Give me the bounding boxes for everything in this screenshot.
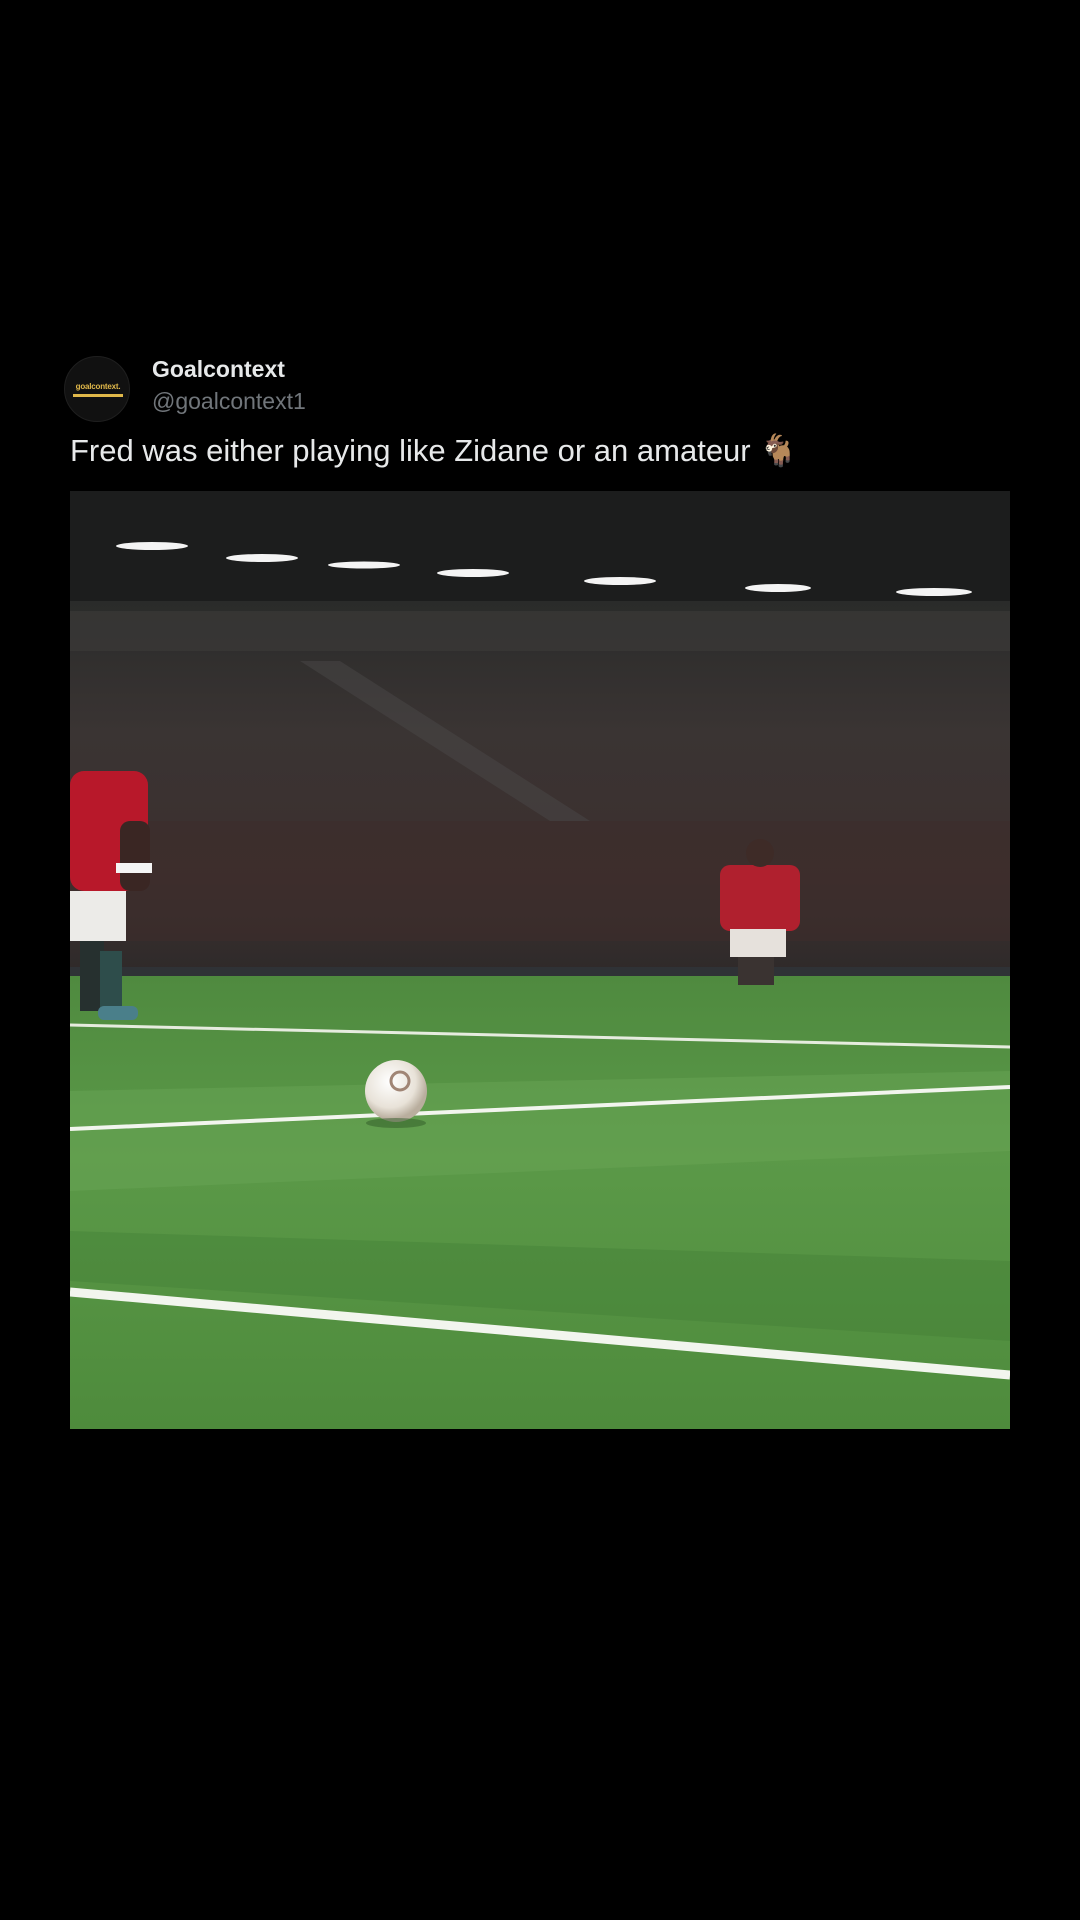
post-video-media[interactable]	[70, 491, 1010, 1429]
tweet-post: goalcontext. Goalcontext @goalcontext1 F…	[0, 0, 1080, 1920]
author-avatar[interactable]: goalcontext.	[64, 356, 130, 422]
author-handle[interactable]: @goalcontext1	[152, 388, 306, 415]
post-text: Fred was either playing like Zidane or a…	[70, 433, 798, 468]
stadium-roof	[70, 491, 1010, 601]
author-display-name[interactable]: Goalcontext	[152, 356, 285, 383]
video-frame-image	[70, 491, 1010, 1429]
avatar-logo-underline	[73, 394, 123, 397]
avatar-logo-text: goalcontext.	[75, 382, 121, 391]
